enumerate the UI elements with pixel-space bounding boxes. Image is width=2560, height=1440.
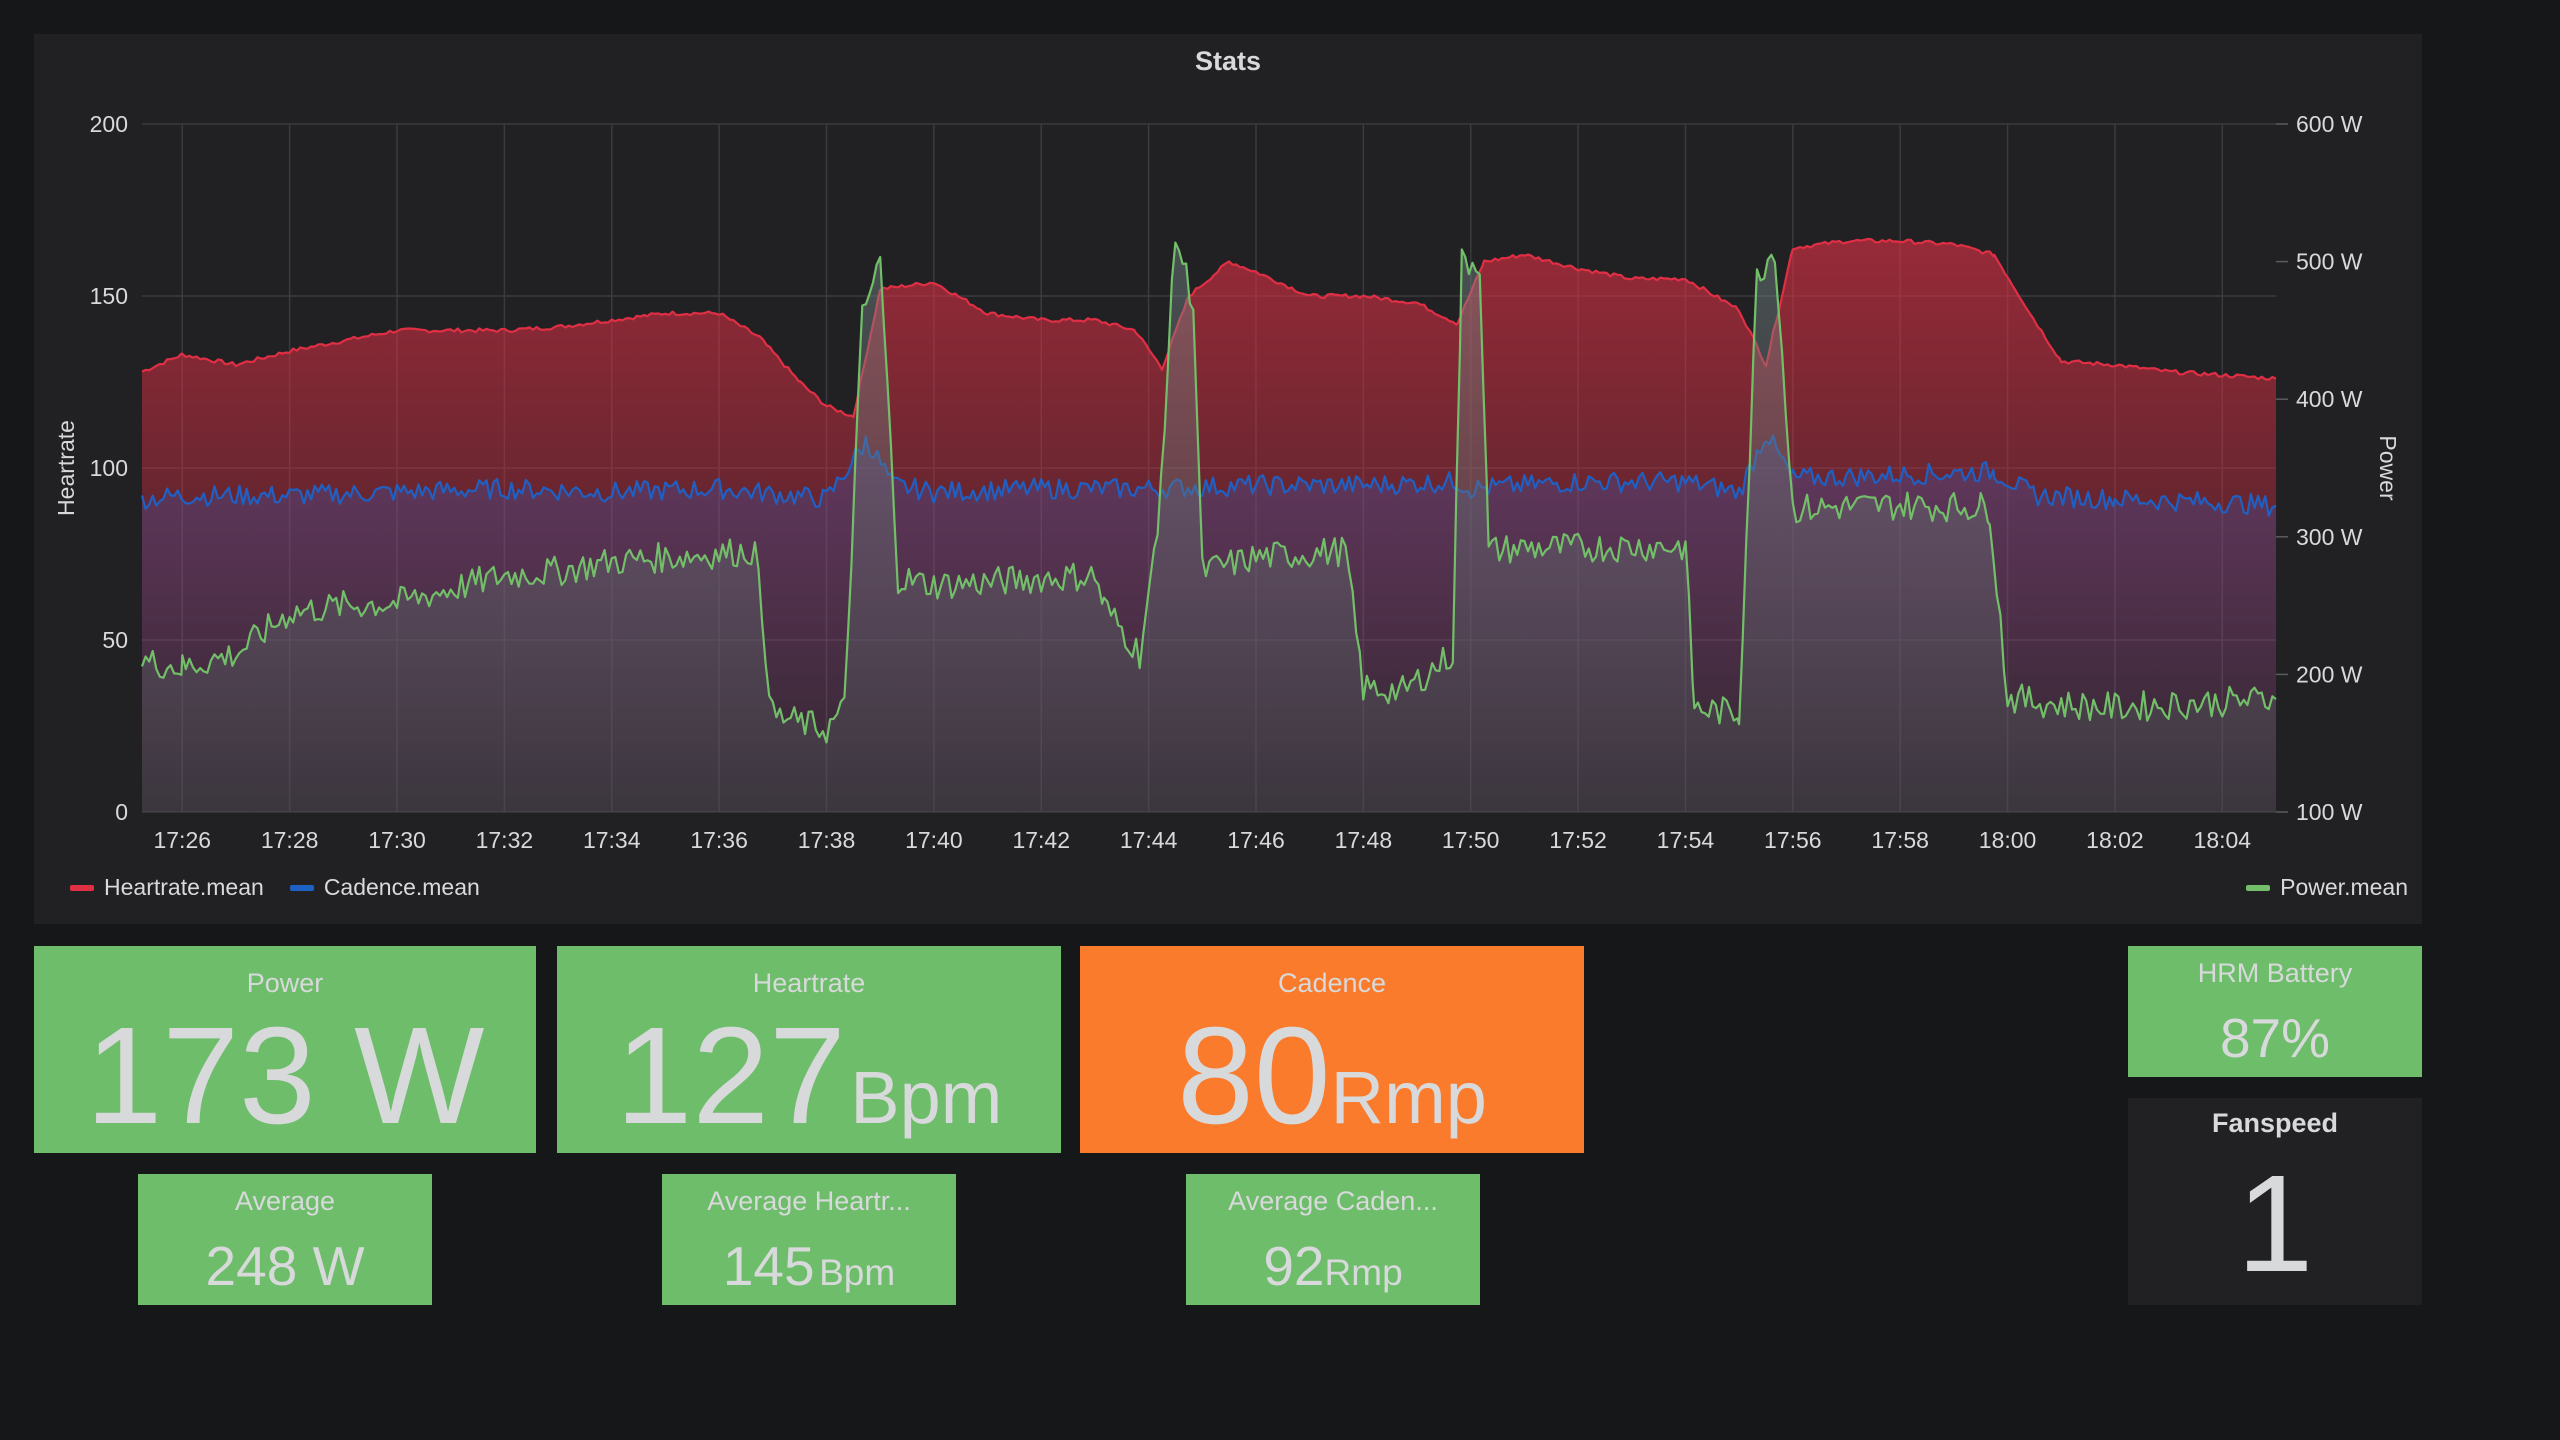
cadence-unit: Rmp — [1330, 1056, 1487, 1139]
y-right-tick-label: 500 W — [2296, 249, 2363, 275]
power-stat-panel[interactable]: Power 173 W — [34, 946, 536, 1153]
power-stat-title: Power — [246, 968, 324, 998]
y-left-tick-label: 200 — [90, 111, 128, 137]
avg-cadence-unit: Rmp — [1324, 1252, 1403, 1293]
y-left-tick-label: 150 — [90, 283, 128, 309]
x-tick-label: 17:30 — [368, 827, 426, 853]
x-tick-label: 18:02 — [2086, 827, 2144, 853]
heartrate-stat-panel[interactable]: Heartrate 127 Bpm — [557, 946, 1061, 1153]
x-tick-label: 17:40 — [905, 827, 963, 853]
heartrate-unit: Bpm — [850, 1056, 1003, 1139]
x-tick-label: 17:56 — [1764, 827, 1822, 853]
power-value: 173 — [85, 999, 316, 1153]
x-tick-label: 17:50 — [1442, 827, 1500, 853]
fanspeed-value: 1 — [2236, 1147, 2314, 1301]
y-right-tick-label: 100 W — [2296, 799, 2363, 825]
legend-label-heartrate: Heartrate.mean — [104, 874, 264, 900]
fanspeed-panel[interactable]: Fanspeed 1 — [2128, 1098, 2422, 1305]
avg-power-title: Average — [234, 1186, 336, 1216]
avg-power-panel[interactable]: Average 248 W — [138, 1174, 432, 1305]
x-tick-label: 17:44 — [1120, 827, 1178, 853]
legend-item-cadence[interactable]: Cadence.mean — [289, 874, 480, 901]
legend-item-power[interactable]: Power.mean — [2246, 874, 2408, 901]
hrm-battery-title: HRM Battery — [2197, 958, 2353, 988]
avg-heartrate-unit: Bpm — [819, 1252, 896, 1293]
stats-chart[interactable]: 0 50 100 150 200 100 W 200 W 300 W 400 W 500 W 600… — [34, 34, 2422, 924]
avg-heartrate-title: Average Heartr... — [707, 1186, 911, 1216]
avg-heartrate-panel[interactable]: Average Heartr... 145 Bpm — [662, 1174, 956, 1305]
power-unit: W — [354, 999, 485, 1153]
x-tick-label: 17:26 — [153, 827, 211, 853]
cadence-value: 80 — [1177, 999, 1331, 1153]
avg-cadence-panel[interactable]: Average Caden... 92Rmp — [1186, 1174, 1480, 1305]
x-tick-label: 17:32 — [476, 827, 534, 853]
x-tick-label: 17:38 — [798, 827, 856, 853]
panel-title[interactable]: Stats — [34, 46, 2422, 77]
fanspeed-title: Fanspeed — [2211, 1108, 2339, 1138]
cadence-stat-title: Cadence — [1277, 968, 1387, 998]
y-left-axis-title: Heartrate — [53, 420, 79, 516]
y-right-tick-label: 300 W — [2296, 524, 2363, 550]
chart-legend-right: Power.mean — [2246, 874, 2408, 901]
avg-power-value: 248 W — [138, 1236, 432, 1296]
avg-heartrate-value: 145 Bpm — [662, 1236, 956, 1311]
heartrate-value: 127 — [615, 999, 846, 1153]
avg-cadence-title: Average Caden... — [1228, 1186, 1438, 1216]
heartrate-stat-title: Heartrate — [752, 968, 866, 998]
y-left-tick-label: 0 — [115, 799, 128, 825]
avg-power-number: 248 — [205, 1235, 298, 1297]
legend-swatch-cadence — [289, 884, 314, 891]
stats-panel: 0 50 100 150 200 100 W 200 W 300 W 400 W 500 W 600… — [34, 34, 2422, 924]
y-right-tick-label: 600 W — [2296, 111, 2363, 137]
x-tick-label: 17:28 — [261, 827, 319, 853]
chart-legend: Heartrate.mean Cadence.mean — [70, 874, 480, 901]
legend-item-heartrate[interactable]: Heartrate.mean — [70, 874, 264, 901]
avg-power-unit: W — [312, 1235, 365, 1297]
x-tick-label: 17:58 — [1871, 827, 1929, 853]
x-tick-label: 17:36 — [690, 827, 748, 853]
x-tick-label: 17:48 — [1335, 827, 1393, 853]
avg-heartrate-number: 145 — [722, 1235, 815, 1297]
power-stat-value: 173 W — [34, 1006, 536, 1146]
cadence-stat-panel[interactable]: Cadence 80Rmp — [1080, 946, 1584, 1153]
legend-label-cadence: Cadence.mean — [323, 874, 480, 900]
x-tick-label: 17:42 — [1012, 827, 1070, 853]
avg-cadence-value: 92Rmp — [1186, 1236, 1480, 1311]
heartrate-stat-value: 127 Bpm — [557, 1006, 1061, 1189]
x-tick-label: 18:00 — [1979, 827, 2037, 853]
legend-swatch-power — [2246, 884, 2271, 891]
y-left-tick-label: 100 — [90, 455, 128, 481]
x-tick-label: 17:52 — [1549, 827, 1607, 853]
x-tick-label: 17:46 — [1227, 827, 1285, 853]
hrm-battery-panel[interactable]: HRM Battery 87% — [2128, 946, 2422, 1077]
hrm-battery-value: 87% — [2219, 1007, 2331, 1069]
avg-cadence-number: 92 — [1263, 1235, 1325, 1297]
legend-swatch-heartrate — [70, 884, 94, 891]
y-right-axis-title: Power — [2375, 435, 2401, 501]
y-right-tick-label: 200 W — [2296, 661, 2363, 687]
x-tick-label: 18:04 — [2194, 827, 2252, 853]
x-tick-label: 17:34 — [583, 827, 641, 853]
y-right-tick-label: 400 W — [2296, 386, 2363, 412]
legend-label-power: Power.mean — [2280, 874, 2408, 900]
y-left-tick-label: 50 — [102, 627, 128, 653]
cadence-stat-value: 80Rmp — [1080, 1006, 1584, 1189]
x-tick-label: 17:54 — [1657, 827, 1715, 853]
